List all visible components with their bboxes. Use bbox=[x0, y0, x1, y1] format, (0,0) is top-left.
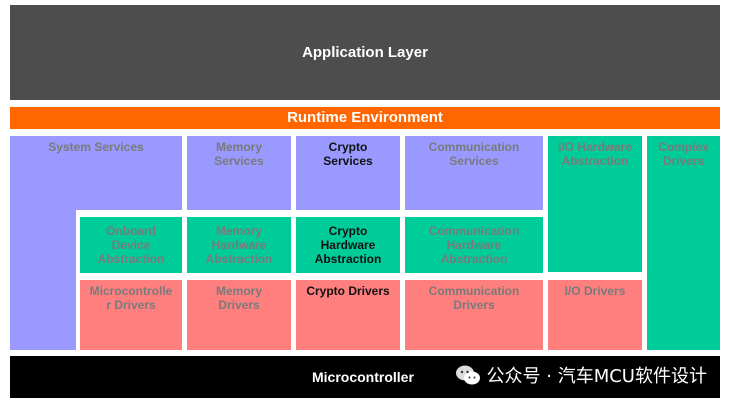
memory-drivers-block: Memory Drivers bbox=[187, 280, 291, 350]
onboard-device-abstraction-label: Onboard Device Abstraction bbox=[97, 224, 165, 266]
crypto-hardware-abstraction-block: Crypto Hardware Abstraction bbox=[296, 217, 400, 273]
communication-services-block: Communication Services bbox=[405, 136, 543, 210]
system-services-label: System Services bbox=[48, 140, 144, 154]
application-layer: Application Layer bbox=[10, 5, 720, 100]
io-hardware-abstraction-label: I/O Hardware Abstraction bbox=[557, 140, 633, 168]
communication-drivers-block: Communication Drivers bbox=[405, 280, 543, 350]
application-layer-label: Application Layer bbox=[302, 43, 428, 61]
crypto-drivers-block: Crypto Drivers bbox=[296, 280, 400, 350]
microcontroller-label: Microcontroller bbox=[312, 369, 414, 385]
wechat-icon bbox=[455, 365, 480, 385]
io-drivers-block: I/O Drivers bbox=[548, 280, 642, 350]
onboard-device-abstraction-block: Onboard Device Abstraction bbox=[80, 217, 182, 273]
complex-drivers-block: Complex Drivers bbox=[647, 136, 720, 350]
system-services-label-box: System Services bbox=[10, 136, 182, 166]
memory-hardware-abstraction-block: Memory Hardware Abstraction bbox=[187, 217, 291, 273]
memory-services-block: Memory Services bbox=[187, 136, 291, 210]
crypto-drivers-label: Crypto Drivers bbox=[306, 284, 390, 298]
microcontroller-drivers-block: Microcontrolle r Drivers bbox=[80, 280, 182, 350]
runtime-environment: Runtime Environment bbox=[10, 107, 720, 129]
communication-hardware-abstraction-block: Communication Hardware Abstraction bbox=[405, 217, 543, 273]
microcontroller-drivers-label: Microcontrolle r Drivers bbox=[89, 284, 173, 312]
crypto-services-block: Crypto Services bbox=[296, 136, 400, 210]
watermark-text: 公众号 · 汽车MCU软件设计 bbox=[486, 366, 707, 387]
memory-hardware-abstraction-label: Memory Hardware Abstraction bbox=[205, 224, 273, 266]
watermark: 公众号 · 汽车MCU软件设计 bbox=[455, 362, 707, 388]
runtime-environment-label: Runtime Environment bbox=[287, 109, 443, 126]
communication-hardware-abstraction-label: Communication Hardware Abstraction bbox=[428, 224, 520, 266]
io-hardware-abstraction-block: I/O Hardware Abstraction bbox=[548, 136, 642, 272]
communication-drivers-label: Communication Drivers bbox=[428, 284, 520, 312]
memory-drivers-label: Memory Drivers bbox=[215, 284, 262, 312]
complex-drivers-label: Complex Drivers bbox=[658, 140, 709, 168]
communication-services-label: Communication Services bbox=[428, 140, 520, 168]
crypto-services-label: Crypto Services bbox=[323, 140, 373, 168]
crypto-hardware-abstraction-label: Crypto Hardware Abstraction bbox=[314, 224, 382, 266]
memory-services-label: Memory Services bbox=[214, 140, 264, 168]
io-drivers-label: I/O Drivers bbox=[564, 284, 626, 298]
